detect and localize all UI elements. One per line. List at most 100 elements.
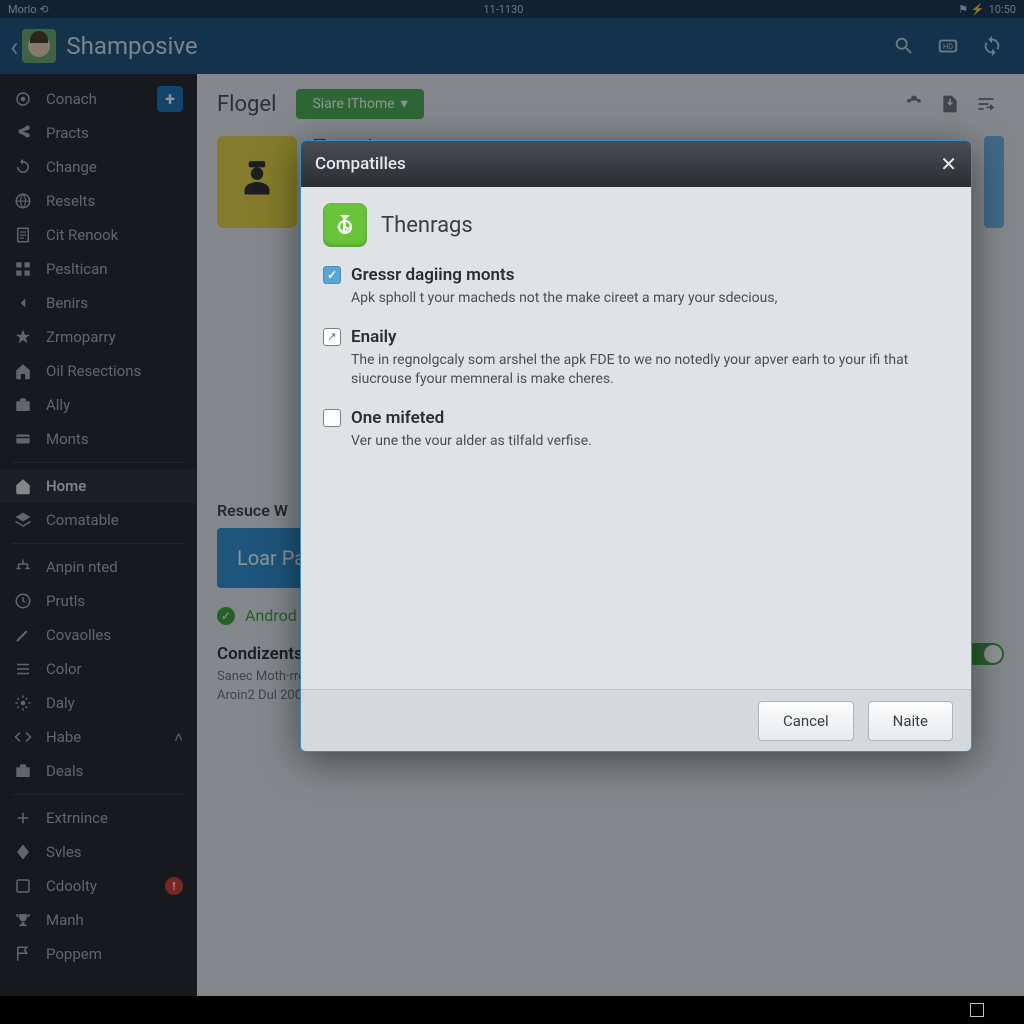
- home-icon: [14, 477, 36, 495]
- ok-button[interactable]: Naite: [868, 701, 953, 741]
- add-button[interactable]: +: [157, 86, 183, 112]
- export-icon[interactable]: [932, 86, 968, 122]
- sidebar-item-pesltican[interactable]: Pesltican: [0, 252, 197, 286]
- sidebar-item-label: Anpin nted: [46, 558, 118, 576]
- settings-icon[interactable]: [968, 86, 1004, 122]
- option-title: Gressr dagiing monts: [351, 265, 514, 285]
- sidebar-item-label: Habe: [46, 728, 81, 746]
- recent-apps-button[interactable]: [970, 1003, 984, 1017]
- hd-icon[interactable]: HD: [926, 24, 970, 68]
- sidebar-item-zrmoparry[interactable]: Zrmoparry: [0, 320, 197, 354]
- close-icon[interactable]: ✕: [940, 152, 957, 176]
- status-left: Morlo ⟲: [8, 3, 49, 16]
- sidebar-item-habe[interactable]: Habe ˄: [0, 720, 197, 754]
- doc-icon: [14, 226, 36, 244]
- sidebar-item-label: Color: [46, 660, 82, 678]
- list-icon: [14, 660, 36, 678]
- trophy-icon: [14, 911, 36, 929]
- back-button[interactable]: ‹: [10, 30, 18, 63]
- sidebar-item-label: Benirs: [46, 294, 88, 312]
- globe-icon: [14, 192, 36, 210]
- sidebar-item-label: Svles: [46, 843, 82, 861]
- sidebar-item-home[interactable]: Home: [0, 469, 197, 503]
- chevron-up-icon[interactable]: ˄: [174, 728, 183, 746]
- sidebar-item-extrnince[interactable]: Extrnince: [0, 801, 197, 835]
- sidebar-item-poppem[interactable]: Poppem: [0, 937, 197, 971]
- option-description: Apk spholl t your macheds not the make c…: [351, 289, 949, 309]
- sidebar-item-cdoolty[interactable]: Cdoolty !: [0, 869, 197, 903]
- sidebar-item-label: Manh: [46, 911, 84, 929]
- sidebar-item-ally[interactable]: Ally: [0, 388, 197, 422]
- sidebar-item-label: Prutls: [46, 592, 85, 610]
- refresh-icon: [14, 158, 36, 176]
- app-header: ‹ Shamposive HD: [0, 18, 1024, 74]
- dialog-app-icon: [323, 203, 367, 247]
- sidebar-item-label: Covaolles: [46, 626, 111, 644]
- sidebar-item-label: Reselts: [46, 192, 95, 210]
- dialog-option: One mifeted Ver une the vour alder as ti…: [323, 408, 949, 452]
- option-checkbox[interactable]: [323, 409, 341, 427]
- sidebar-item-label: Pesltican: [46, 260, 108, 278]
- sidebar-item-cit-renook[interactable]: Cit Renook: [0, 218, 197, 252]
- app-title: Shamposive: [66, 32, 197, 60]
- diamond-icon: [14, 843, 36, 861]
- share-button[interactable]: Siare IThome ▾: [296, 89, 423, 119]
- sidebar-item-anpin-nted[interactable]: Anpin nted: [0, 550, 197, 584]
- sidebar-item-comatable[interactable]: Comatable: [0, 503, 197, 537]
- home2-icon: [14, 362, 36, 380]
- dialog-option: Enaily The in regnolgcaly som arshel the…: [323, 327, 949, 390]
- sidebar-item-label: Comatable: [46, 511, 119, 529]
- sidebar-item-reselts[interactable]: Reselts: [0, 184, 197, 218]
- sidebar-item-deals[interactable]: Deals: [0, 754, 197, 788]
- sidebar-item-prutls[interactable]: Prutls: [0, 584, 197, 618]
- sidebar-item-conach[interactable]: Conach +: [0, 82, 197, 116]
- sidebar-item-label: Conach: [46, 90, 97, 108]
- option-checkbox[interactable]: [323, 328, 341, 346]
- android-nav-bar: [0, 996, 1024, 1024]
- condizents-label: Condizents: [217, 644, 303, 664]
- back-icon: [14, 294, 36, 312]
- sidebar-item-label: Poppem: [46, 945, 102, 963]
- cancel-button[interactable]: Cancel: [758, 701, 854, 741]
- download-icon[interactable]: [896, 86, 932, 122]
- user-avatar[interactable]: [22, 29, 56, 63]
- sidebar-item-covaolles[interactable]: Covaolles: [0, 618, 197, 652]
- sidebar-item-monts[interactable]: Monts: [0, 422, 197, 456]
- sidebar-item-color[interactable]: Color: [0, 652, 197, 686]
- app-banner-icon: [217, 136, 297, 228]
- dialog-title: Compatilles: [315, 154, 406, 174]
- tree-icon: [14, 558, 36, 576]
- chevron-down-icon: ▾: [401, 96, 408, 112]
- sidebar-item-label: Zrmoparry: [46, 328, 116, 346]
- code-icon: [14, 728, 36, 746]
- card-icon: [14, 430, 36, 448]
- sidebar-item-daly[interactable]: Daly: [0, 686, 197, 720]
- flag-icon: [14, 945, 36, 963]
- check-icon: ✓: [217, 607, 235, 625]
- status-right: ⚑ ⚡ 10:50: [958, 3, 1016, 16]
- plus-icon: [14, 809, 36, 827]
- target-icon: [14, 90, 36, 108]
- sidebar-item-label: Deals: [46, 762, 83, 780]
- sidebar-item-label: Extrnince: [46, 809, 108, 827]
- refresh-icon[interactable]: [970, 24, 1014, 68]
- sidebar-item-label: Change: [46, 158, 97, 176]
- gear-icon: [14, 694, 36, 712]
- search-icon[interactable]: [882, 24, 926, 68]
- star-icon: [14, 328, 36, 346]
- sidebar-item-label: Monts: [46, 430, 89, 448]
- option-checkbox[interactable]: [323, 266, 341, 284]
- sidebar-item-svles[interactable]: Svles: [0, 835, 197, 869]
- sidebar-item-label: Oil Resections: [46, 362, 141, 380]
- sidebar-item-practs[interactable]: Practs: [0, 116, 197, 150]
- sidebar-item-oil-resections[interactable]: Oil Resections: [0, 354, 197, 388]
- sidebar-item-manh[interactable]: Manh: [0, 903, 197, 937]
- sidebar-item-change[interactable]: Change: [0, 150, 197, 184]
- sidebar-item-label: Ally: [46, 396, 70, 414]
- option-description: Ver une the vour alder as tilfald verfis…: [351, 432, 949, 452]
- sidebar-item-label: Cit Renook: [46, 226, 118, 244]
- sidebar-item-benirs[interactable]: Benirs: [0, 286, 197, 320]
- option-title: Enaily: [351, 327, 397, 347]
- android-status-bar: Morlo ⟲ 11-1130 ⚑ ⚡ 10:50: [0, 0, 1024, 18]
- svg-text:HD: HD: [943, 42, 953, 51]
